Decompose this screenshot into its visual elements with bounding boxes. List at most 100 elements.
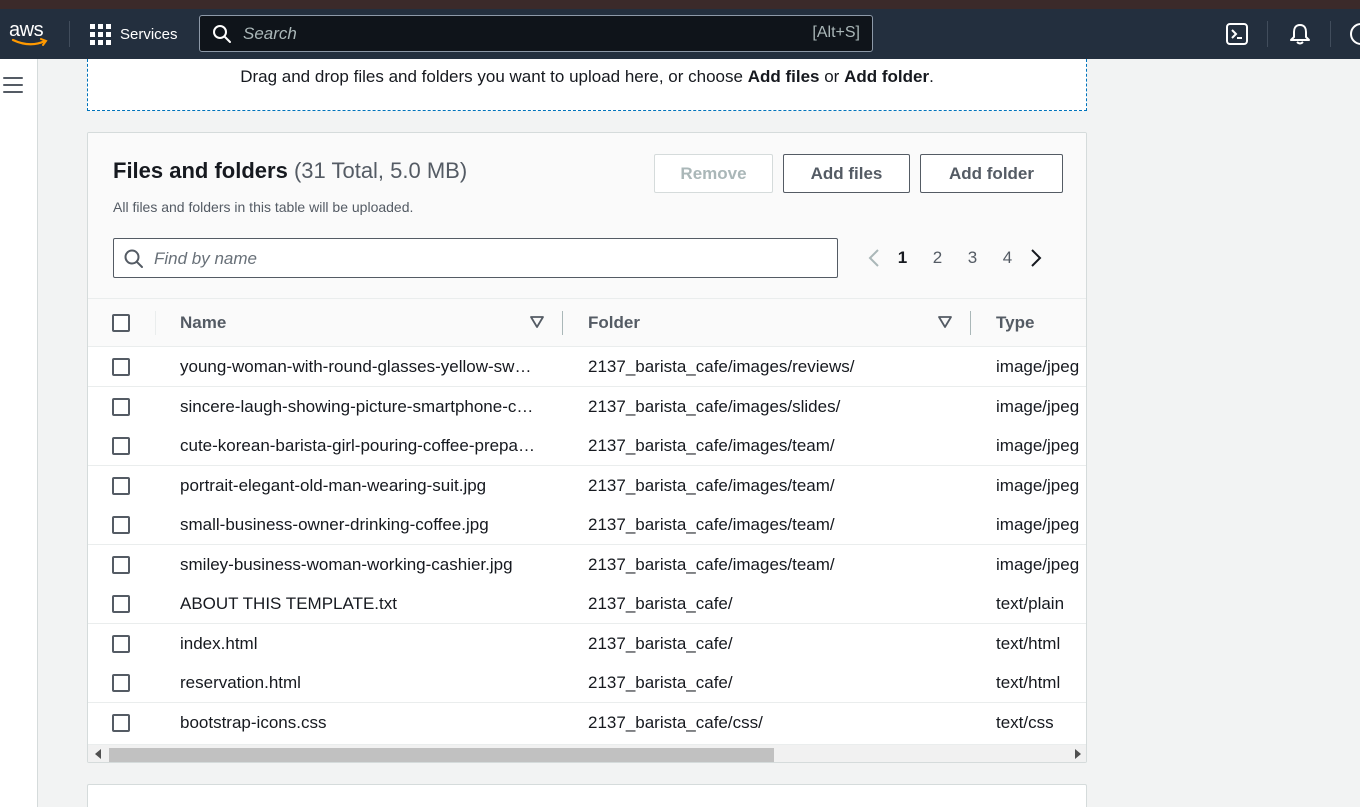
remove-button[interactable]: Remove — [654, 154, 773, 193]
row-type: image/jpeg — [996, 436, 1080, 455]
help-icon[interactable] — [1348, 21, 1360, 47]
nav-divider — [1267, 21, 1268, 47]
dropzone-add-files: Add files — [747, 67, 820, 86]
nav-divider — [69, 21, 70, 47]
row-name: sincere-laugh-showing-picture-smartphone… — [180, 397, 540, 416]
panel-description: All files and folders in this table will… — [113, 199, 414, 215]
row-type: image/jpeg — [996, 555, 1080, 574]
dropzone-or: or — [819, 67, 845, 86]
row-checkbox[interactable] — [112, 595, 130, 613]
row-type: image/jpeg — [996, 476, 1080, 495]
row-checkbox[interactable] — [112, 714, 130, 732]
search-icon — [213, 25, 231, 43]
table-row[interactable]: small-business-owner-drinking-coffee.jpg… — [88, 505, 1086, 545]
row-folder: 2137_barista_cafe/images/team/ — [588, 436, 835, 455]
column-divider[interactable] — [562, 311, 563, 335]
table-row[interactable]: reservation.html 2137_barista_cafe/ text… — [88, 663, 1086, 703]
table-row[interactable]: sincere-laugh-showing-picture-smartphone… — [88, 387, 1086, 427]
page-1-button[interactable]: 1 — [885, 248, 920, 268]
chevron-right-icon — [1031, 249, 1042, 267]
panel-title-text: Files and folders — [113, 158, 288, 183]
scrollbar-thumb[interactable] — [109, 748, 774, 762]
table-row[interactable]: ABOUT THIS TEMPLATE.txt 2137_barista_caf… — [88, 584, 1086, 624]
row-name: ABOUT THIS TEMPLATE.txt — [180, 594, 397, 613]
next-page-button[interactable] — [1025, 245, 1047, 271]
panel-header: Files and folders (31 Total, 5.0 MB) All… — [88, 133, 1086, 298]
row-checkbox[interactable] — [112, 358, 130, 376]
dropzone-period: . — [929, 67, 934, 86]
row-folder: 2137_barista_cafe/images/reviews/ — [588, 357, 855, 376]
row-name: bootstrap-icons.css — [180, 713, 327, 732]
add-folder-button[interactable]: Add folder — [920, 154, 1063, 193]
dropzone-add-folder: Add folder — [844, 67, 930, 86]
upload-dropzone[interactable]: Drag and drop files and folders you want… — [87, 59, 1087, 111]
page-3-button[interactable]: 3 — [955, 248, 990, 268]
table-row[interactable]: smiley-business-woman-working-cashier.jp… — [88, 545, 1086, 585]
next-panel — [87, 784, 1087, 807]
side-navigation-rail — [0, 59, 38, 807]
select-all-checkbox[interactable] — [112, 314, 130, 332]
row-checkbox[interactable] — [112, 516, 130, 534]
add-files-button[interactable]: Add files — [783, 154, 910, 193]
pagination: 1 2 3 4 — [863, 245, 1047, 271]
aws-smile-icon — [11, 38, 48, 46]
bell-icon[interactable] — [1287, 21, 1313, 47]
column-header-type[interactable]: Type — [996, 313, 1034, 333]
row-folder: 2137_barista_cafe/images/team/ — [588, 555, 835, 574]
cloudshell-icon[interactable] — [1224, 21, 1250, 47]
table-header: Name Folder Type — [88, 298, 1086, 347]
dropzone-text: Drag and drop files and folders you want… — [240, 67, 748, 86]
services-menu-button[interactable]: Services — [90, 23, 178, 45]
row-checkbox[interactable] — [112, 437, 130, 455]
row-name: reservation.html — [180, 673, 301, 692]
row-type: image/jpeg — [996, 397, 1080, 416]
table-row[interactable]: portrait-elegant-old-man-wearing-suit.jp… — [88, 466, 1086, 506]
row-checkbox[interactable] — [112, 635, 130, 653]
row-type: text/html — [996, 634, 1061, 653]
row-type: text/plain — [996, 594, 1065, 613]
scroll-left-arrow[interactable] — [95, 749, 101, 759]
table-row[interactable]: young-woman-with-round-glasses-yellow-sw… — [88, 347, 1086, 387]
global-search-input[interactable]: Search [Alt+S] — [199, 15, 873, 52]
row-name: index.html — [180, 634, 258, 653]
services-label: Services — [120, 25, 178, 43]
table-row[interactable]: bootstrap-icons.css 2137_barista_cafe/cs… — [88, 703, 1086, 743]
window-top-strip — [0, 0, 1360, 9]
row-type: text/html — [996, 673, 1061, 692]
column-header-name[interactable]: Name — [180, 313, 226, 333]
row-type: image/jpeg — [996, 515, 1080, 534]
column-header-folder[interactable]: Folder — [588, 313, 640, 333]
row-folder: 2137_barista_cafe/images/slides/ — [588, 397, 841, 416]
hamburger-icon[interactable] — [3, 77, 23, 93]
row-checkbox[interactable] — [112, 556, 130, 574]
search-shortcut: [Alt+S] — [812, 24, 860, 41]
row-type: image/jpeg — [996, 357, 1080, 376]
row-type: text/css — [996, 713, 1054, 732]
row-name: portrait-elegant-old-man-wearing-suit.jp… — [180, 476, 487, 495]
page-4-button[interactable]: 4 — [990, 248, 1025, 268]
find-by-name-input[interactable]: Find by name — [113, 238, 838, 278]
search-placeholder: Search — [243, 24, 297, 43]
top-navigation: aws Services Search [Alt+S] — [0, 9, 1360, 59]
aws-logo[interactable]: aws — [9, 19, 51, 49]
panel-count: (31 Total, 5.0 MB) — [293, 158, 468, 183]
sort-down-icon[interactable] — [938, 315, 952, 329]
horizontal-scrollbar[interactable] — [88, 744, 1086, 762]
nav-divider — [1330, 21, 1331, 47]
sort-down-icon[interactable] — [530, 315, 544, 329]
column-divider — [155, 311, 156, 335]
row-checkbox[interactable] — [112, 398, 130, 416]
row-folder: 2137_barista_cafe/images/team/ — [588, 515, 835, 534]
table-row[interactable]: index.html 2137_barista_cafe/ text/html — [88, 624, 1086, 664]
row-checkbox[interactable] — [112, 674, 130, 692]
page-2-button[interactable]: 2 — [920, 248, 955, 268]
row-checkbox[interactable] — [112, 477, 130, 495]
previous-page-button[interactable] — [863, 245, 885, 271]
row-folder: 2137_barista_cafe/ — [588, 673, 733, 692]
row-name: smiley-business-woman-working-cashier.jp… — [180, 555, 513, 574]
table-row[interactable]: cute-korean-barista-girl-pouring-coffee-… — [88, 426, 1086, 466]
column-divider[interactable] — [970, 311, 971, 335]
row-folder: 2137_barista_cafe/ — [588, 594, 733, 613]
scroll-right-arrow[interactable] — [1075, 749, 1081, 759]
find-placeholder: Find by name — [154, 249, 257, 268]
